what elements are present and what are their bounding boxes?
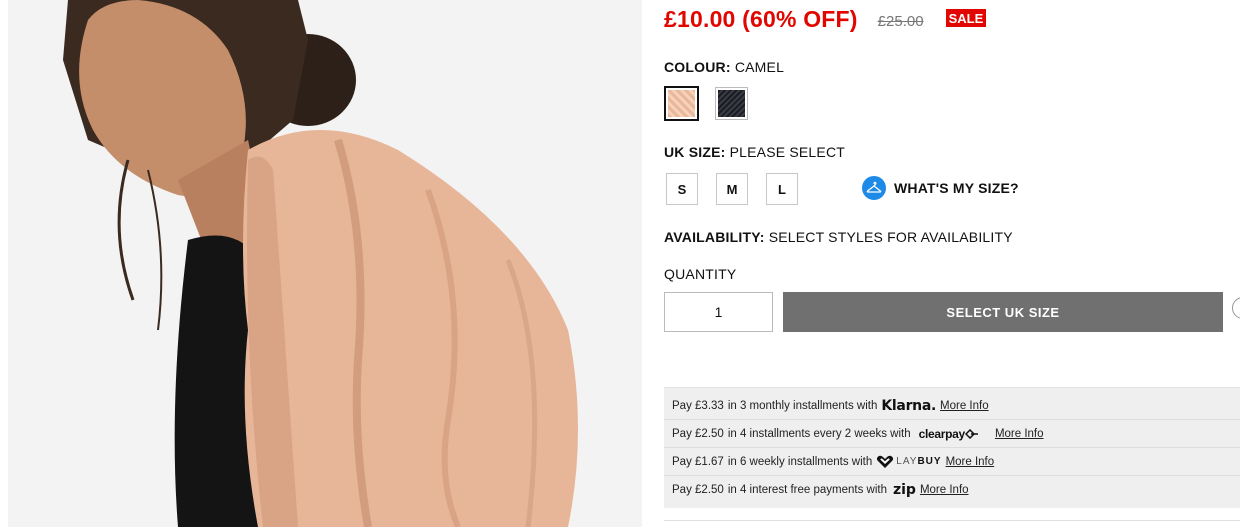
clearpay-arrows-icon [964, 428, 978, 439]
availability-value: SELECT STYLES FOR AVAILABILITY [768, 229, 1013, 245]
pay-prefix: Pay [672, 455, 692, 468]
pay-amount: £1.67 [695, 455, 724, 468]
hanger-icon [862, 176, 886, 200]
size-guide-text: WHAT'S MY SIZE? [894, 180, 1019, 196]
colour-label: COLOUR: CAMEL [664, 59, 784, 75]
product-image[interactable] [8, 0, 642, 527]
product-photo-illustration [8, 0, 642, 527]
payment-row-clearpay: Pay £2.50 in 4 installments every 2 week… [664, 420, 1240, 448]
size-label-key: UK SIZE: [664, 144, 726, 160]
quantity-label: QUANTITY [664, 266, 737, 282]
colour-label-key: COLOUR: [664, 59, 731, 75]
colour-swatch-black[interactable] [715, 87, 748, 120]
laybuy-wordmark-a: LAY [896, 456, 918, 467]
add-to-bag-button[interactable]: SELECT UK SIZE [783, 292, 1223, 332]
pay-text: in 3 monthly installments with [727, 399, 878, 412]
sale-badge: SALE [945, 8, 987, 27]
wishlist-icon[interactable] [1232, 297, 1240, 319]
payment-row-zip: Pay £2.50 in 4 interest free payments wi… [664, 476, 1240, 504]
size-guide-link[interactable]: WHAT'S MY SIZE? [862, 176, 1019, 200]
colour-swatch-camel[interactable] [664, 86, 699, 121]
quantity-input[interactable]: 1 [664, 292, 773, 332]
payment-row-klarna: Pay £3.33 in 3 monthly installments with… [664, 392, 1240, 420]
payment-options: Pay £3.33 in 3 monthly installments with… [664, 387, 1240, 508]
laybuy-logo: LAYBUY [876, 455, 941, 469]
size-option-s[interactable]: S [666, 173, 698, 205]
zip-logo: zip [892, 482, 916, 498]
pay-text: in 6 weekly installments with [727, 455, 873, 468]
more-info-link[interactable]: More Info [920, 484, 969, 496]
colour-value: CAMEL [734, 59, 785, 75]
klarna-logo: Klarna. [881, 397, 937, 414]
pay-text: in 4 installments every 2 weeks with [727, 427, 911, 440]
heart-icon [877, 455, 894, 468]
clearpay-logo: clearpay [919, 427, 979, 441]
pay-amount: £2.50 [695, 427, 724, 440]
more-info-link[interactable]: More Info [940, 400, 989, 412]
size-value: PLEASE SELECT [729, 144, 846, 160]
size-option-m[interactable]: M [716, 173, 748, 205]
payment-row-laybuy: Pay £1.67 in 6 weekly installments with … [664, 448, 1240, 476]
availability-label: AVAILABILITY: [664, 229, 765, 245]
pay-prefix: Pay [672, 427, 692, 440]
laybuy-wordmark-b: BUY [917, 456, 942, 467]
pay-amount: £3.33 [695, 399, 724, 412]
pay-prefix: Pay [672, 399, 692, 412]
original-price: £25.00 [877, 13, 924, 30]
pay-text: in 4 interest free payments with [727, 484, 887, 496]
pay-amount: £2.50 [695, 484, 724, 496]
current-price: £10.00 (60% OFF) [664, 6, 858, 32]
more-info-link[interactable]: More Info [995, 428, 1044, 440]
pay-prefix: Pay [672, 484, 692, 496]
price-row: £10.00 (60% OFF) £25.00 SALE [664, 6, 987, 33]
size-option-l[interactable]: L [766, 173, 798, 205]
more-info-link[interactable]: More Info [946, 456, 995, 468]
divider [664, 520, 1240, 521]
availability-line: AVAILABILITY: SELECT STYLES FOR AVAILABI… [664, 229, 1013, 245]
clearpay-wordmark: clearpay [918, 426, 966, 441]
size-label: UK SIZE: PLEASE SELECT [664, 144, 845, 160]
